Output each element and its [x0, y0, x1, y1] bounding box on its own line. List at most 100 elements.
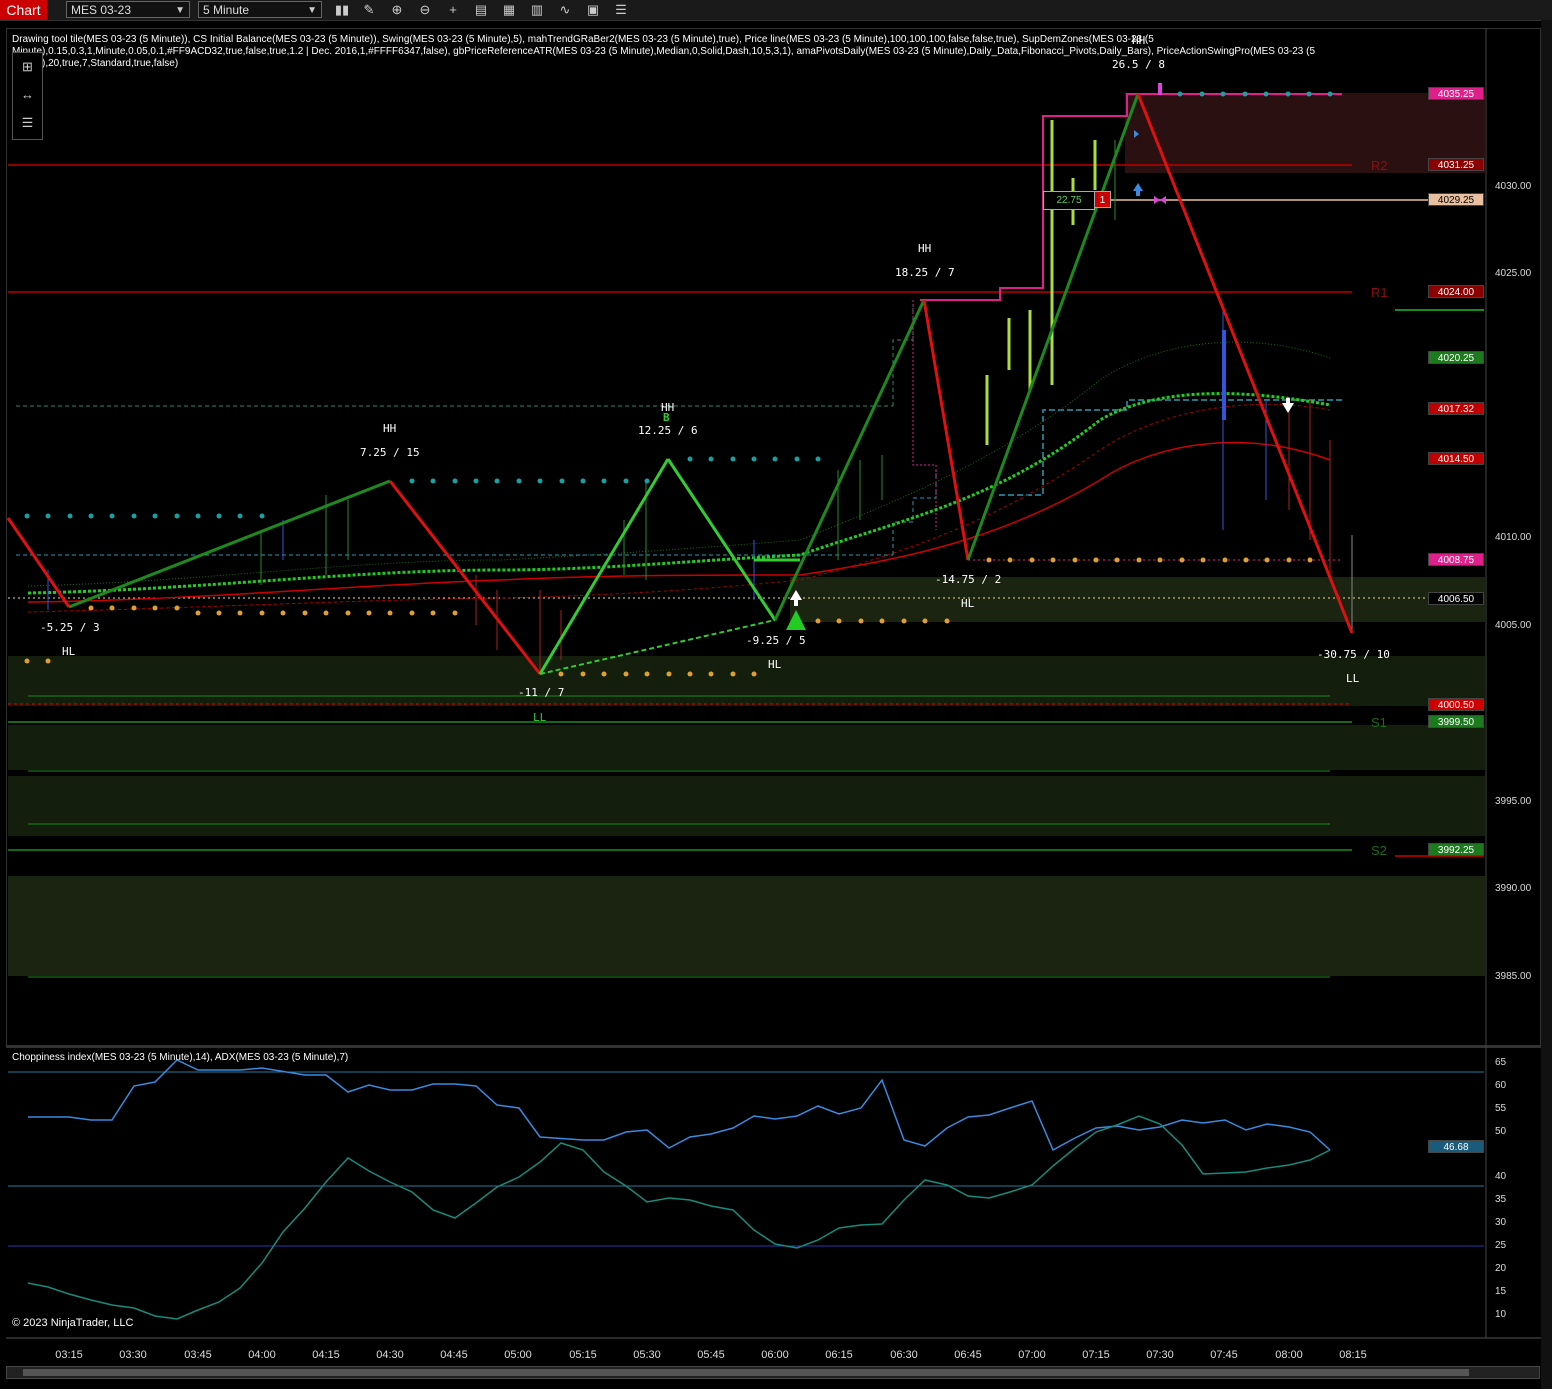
- swing-label: 7.25 / 15: [360, 446, 420, 459]
- scrollbar-thumb[interactable]: [23, 1369, 1469, 1376]
- position-qty[interactable]: 1: [1094, 191, 1111, 208]
- indicator-tick: 15: [1495, 1286, 1507, 1297]
- price-tick: 3995.00: [1495, 796, 1532, 807]
- swing-label: HH: [383, 422, 397, 435]
- swing-label: B: [663, 411, 670, 424]
- price-tag: 4020.25: [1428, 351, 1484, 364]
- swing-label: 12.25 / 6: [638, 424, 698, 437]
- horizontal-arrows-icon[interactable]: ↔: [13, 81, 42, 109]
- demand-zone: [8, 725, 1485, 770]
- swing-label: -14.75 / 2: [935, 573, 1002, 586]
- pivot-s2-label: S2: [1371, 843, 1387, 858]
- indicator-tick: 20: [1495, 1263, 1507, 1274]
- indicator-tick: 25: [1495, 1240, 1507, 1251]
- time-tick: 06:30: [890, 1349, 918, 1361]
- swing-down: [1136, 93, 1354, 634]
- swing-label: HH: [1132, 34, 1146, 47]
- price-tick: 3985.00: [1495, 971, 1532, 982]
- time-tick: 08:00: [1275, 1349, 1303, 1361]
- position-pnl[interactable]: 22.75: [1043, 191, 1095, 210]
- swing-label: LL: [1346, 672, 1360, 685]
- demand-zone: [790, 577, 1485, 622]
- swing-up: [538, 458, 670, 675]
- indicator-legend-line2: Minute),0.15,0.3,1,Minute,0.05,0.1,#FF9A…: [12, 46, 1316, 57]
- price-tick: 4010.00: [1495, 532, 1532, 543]
- price-tick: 4005.00: [1495, 620, 1532, 631]
- swing-label: -5.25 / 3: [40, 621, 100, 634]
- time-tick: 04:00: [248, 1349, 276, 1361]
- indicator-tick: 10: [1495, 1309, 1507, 1320]
- pivot-s1-label: S1: [1371, 715, 1387, 730]
- indicator-legend-line1: Drawing tool tile(MES 03-23 (5 Minute)),…: [12, 34, 1154, 45]
- indicator-tick: 55: [1495, 1103, 1507, 1114]
- choppiness-line: [28, 1059, 1331, 1152]
- down-arrow-icon: [1282, 403, 1294, 413]
- swing-down: [666, 458, 777, 621]
- time-tick: 05:15: [569, 1349, 597, 1361]
- up-arrow-icon: [1133, 183, 1143, 191]
- price-tag: 4014.50: [1428, 452, 1484, 465]
- time-tick: 07:30: [1146, 1349, 1174, 1361]
- time-tick: 06:45: [954, 1349, 982, 1361]
- price-tick: 3990.00: [1495, 883, 1532, 894]
- drawing-mini-toolbar: ⊞ ↔ ☰: [12, 52, 43, 140]
- time-tick: 05:30: [633, 1349, 661, 1361]
- time-tick: 08:15: [1339, 1349, 1367, 1361]
- swing-label: 26.5 / 8: [1112, 58, 1165, 71]
- swing-label: 18.25 / 7: [895, 266, 955, 279]
- price-tick: 4025.00: [1495, 268, 1532, 279]
- right-side-panel: [1541, 20, 1552, 1389]
- indicator-tick: 40: [1495, 1171, 1507, 1182]
- time-tick: 07:00: [1018, 1349, 1046, 1361]
- current-price-tag: 4006.50: [1428, 592, 1484, 605]
- demand-zone: [8, 656, 1485, 706]
- indicator-tick: 60: [1495, 1080, 1507, 1091]
- time-tick: 07:45: [1210, 1349, 1238, 1361]
- time-tick: 04:15: [312, 1349, 340, 1361]
- time-tick: 04:45: [440, 1349, 468, 1361]
- time-tick: 05:00: [504, 1349, 532, 1361]
- price-tag: 4031.25: [1428, 158, 1484, 171]
- time-tick: 06:00: [761, 1349, 789, 1361]
- price-tag: 3992.25: [1428, 843, 1484, 856]
- indicator-tick: 50: [1495, 1126, 1507, 1137]
- swing-label: HL: [961, 597, 975, 610]
- swing-label: LL: [533, 711, 547, 724]
- demand-zone: [8, 776, 1485, 836]
- price-tick: 4030.00: [1495, 181, 1532, 192]
- adx-line: [27, 1115, 1331, 1320]
- demand-zone: [8, 876, 1485, 976]
- price-tag: 4029.25: [1428, 193, 1484, 206]
- indicator-tick: 35: [1495, 1194, 1507, 1205]
- swing-label: HL: [768, 658, 782, 671]
- swing-label: HL: [62, 645, 76, 658]
- time-tick: 07:15: [1082, 1349, 1110, 1361]
- swing-down: [388, 480, 542, 675]
- price-tag: 4008.75: [1428, 553, 1484, 566]
- indicator-panel-legend: Choppiness index(MES 03-23 (5 Minute),14…: [12, 1052, 349, 1063]
- swing-label: -30.75 / 10: [1317, 648, 1390, 661]
- time-tick: 03:30: [119, 1349, 147, 1361]
- price-tag: 4035.25: [1428, 87, 1484, 100]
- price-tag: 4024.00: [1428, 285, 1484, 298]
- swing-label: -11 / 7: [518, 686, 565, 699]
- indicator-tick: 65: [1495, 1057, 1507, 1068]
- time-tick: 06:15: [825, 1349, 853, 1361]
- time-tick: 05:45: [697, 1349, 725, 1361]
- swing-label: -9.25 / 5: [746, 634, 806, 647]
- time-tick: 04:30: [376, 1349, 404, 1361]
- ruler-icon[interactable]: ⊞: [13, 53, 42, 81]
- time-tick: 03:45: [184, 1349, 212, 1361]
- price-tag: 4000.50: [1428, 698, 1484, 711]
- price-tag: 4017.32: [1428, 402, 1484, 415]
- price-chart-svg: [6, 28, 1541, 1339]
- swing-down: [922, 299, 970, 561]
- horizontal-scrollbar[interactable]: [6, 1366, 1540, 1379]
- copyright-text: © 2023 NinjaTrader, LLC: [12, 1317, 134, 1329]
- swing-label: HH: [918, 242, 932, 255]
- indicator-tick: 30: [1495, 1217, 1507, 1228]
- indicator-value-tag: 46.68: [1428, 1140, 1484, 1153]
- time-tick: 03:15: [55, 1349, 83, 1361]
- lines-icon[interactable]: ☰: [13, 109, 42, 137]
- pivot-r2-label: R2: [1371, 158, 1388, 173]
